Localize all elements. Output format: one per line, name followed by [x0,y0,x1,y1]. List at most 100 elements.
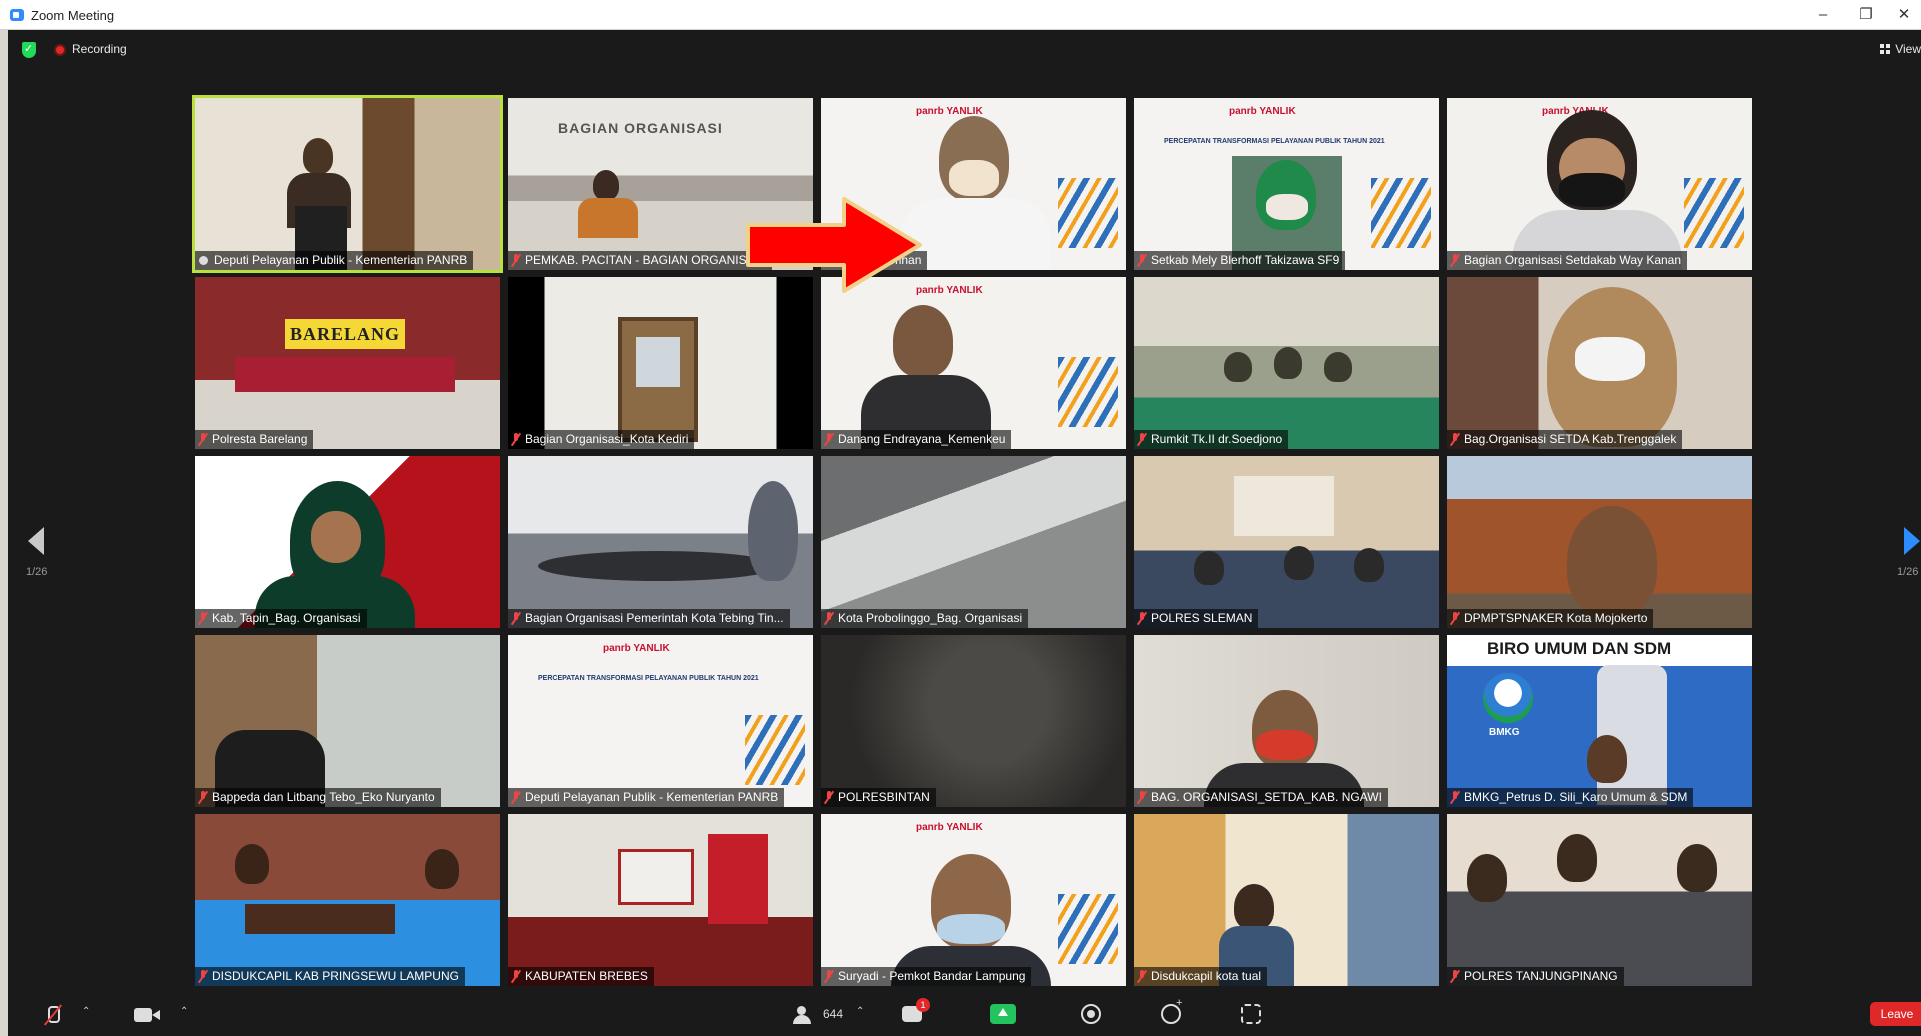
participant-name: Disdukcapil kota tual [1134,967,1268,986]
participant-name: KABUPATEN BREBES [508,967,654,986]
video-tile[interactable]: panrb YANLIK Bagian Organisasi Setdakab … [1447,98,1752,270]
video-tile[interactable]: Bappeda dan Litbang Tebo_Eko Nuryanto [195,635,500,807]
participant-name: Deputi Pelayanan Publik - Kementerian PA… [508,788,785,807]
participant-name: BMKG_Petrus D. Sili_Karo Umum & SDM [1447,788,1694,807]
bmkg-logo [1483,673,1533,723]
mic-muted-icon [512,433,520,445]
participant-name: PEMKAB. PACITAN - BAGIAN ORGANISASI [508,251,772,270]
participant-name: Deputi Pelayanan Publik - Kementerian PA… [195,251,474,270]
video-tile[interactable]: panrb YANLIK PERCEPATAN TRANSFORMASI PEL… [1134,98,1439,270]
minimize-button[interactable]: – [1803,4,1843,26]
meeting-window: Recording View 1/26 1/26 Deputi Pelayana… [8,30,1921,1036]
mic-muted-icon [825,433,833,445]
bmkg-logo-text: BMKG [1489,727,1520,738]
restore-button[interactable]: ❐ [1846,4,1886,26]
encryption-shield-icon[interactable] [22,42,36,58]
slide-logo: panrb YANLIK [916,822,983,833]
participant-name: Bappeda dan Litbang Tebo_Eko Nuryanto [195,788,441,807]
participant-name: Bagian Organisasi_Kota Kediri [508,430,695,449]
participant-name: Setkab Mely Blerhoff Takizawa SF9 [1134,251,1346,270]
video-tile[interactable]: Bag.Organisasi SETDA Kab.Trenggalek [1447,277,1752,449]
video-tile[interactable]: Kota Probolinggo_Bag. Organisasi [821,456,1126,628]
video-tile[interactable]: POLRES SLEMAN [1134,456,1439,628]
participants-count: 644 [823,1007,844,1021]
mic-muted-icon [1138,612,1146,624]
participant-name: Bagian Organisasi Pemerintah Kota Tebing… [508,609,790,628]
page-indicator-right: 1/26 [1897,566,1919,578]
biro-banner: BIRO UMUM DAN SDM [1487,639,1672,658]
previous-page-arrow-icon[interactable] [28,527,44,555]
video-tile[interactable]: Bagian Organisasi Pemerintah Kota Tebing… [508,456,813,628]
slide-logo: panrb YANLIK [603,643,670,654]
recording-label: Recording [72,42,127,56]
participants-icon[interactable] [793,1006,817,1024]
participant-name: Polresta Barelang [195,430,314,449]
grid-view-icon [1880,44,1891,54]
slide-heading: PERCEPATAN TRANSFORMASI PELAYANAN PUBLIK… [1164,138,1385,145]
close-button[interactable]: ✕ [1884,4,1921,26]
participant-name: POLRES SLEMAN [1134,609,1259,628]
mic-muted-icon [1451,433,1459,445]
recording-icon [54,44,66,56]
video-tile[interactable]: Bagian Organisasi_Kota Kediri [508,277,813,449]
slide-decoration [1684,178,1744,248]
mic-muted-icon [199,791,207,803]
mic-muted-icon [512,970,520,982]
video-tile[interactable]: KABUPATEN BREBES [508,814,813,986]
video-tile[interactable]: Disdukcapil kota tual [1134,814,1439,986]
participant-name: BAG. ORGANISASI_SETDA_KAB. NGAWI [1134,788,1388,807]
participant-name: POLRESBINTAN [821,788,936,807]
video-tile[interactable]: BARELANG Polresta Barelang [195,277,500,449]
slide-decoration [745,715,805,785]
video-tile[interactable]: DISDUKCAPIL KAB PRINGSEWU LAMPUNG [195,814,500,986]
mic-muted-icon [512,612,520,624]
participant-name: Danang Endrayana_Kemenkeu [821,430,1012,449]
red-arrow-annotation [746,197,922,293]
meeting-toolbar: ⌃ ⌃ 644 ⌃ 1 Leave [8,996,1921,1036]
participant-name: POLRES TANJUNGPINANG [1447,967,1624,986]
video-tile[interactable]: POLRES TANJUNGPINANG [1447,814,1752,986]
mic-muted-icon [512,254,520,266]
slide-decoration [1058,894,1118,964]
participant-name: DISDUKCAPIL KAB PRINGSEWU LAMPUNG [195,967,465,986]
leave-button[interactable]: Leave [1870,1002,1921,1026]
mic-muted-icon [1138,970,1146,982]
video-tile[interactable]: panrb YANLIK Suryadi - Pemkot Bandar Lam… [821,814,1126,986]
share-screen-icon[interactable] [990,1004,1016,1024]
reactions-icon[interactable] [1161,997,1182,1024]
mic-muted-icon [1138,433,1146,445]
mic-muted-icon [1138,791,1146,803]
mic-muted-icon [1451,254,1459,266]
mic-muted-icon [825,612,833,624]
view-label: View [1895,42,1921,56]
video-tile[interactable]: Deputi Pelayanan Publik - Kementerian PA… [195,98,500,270]
mic-muted-icon [199,970,207,982]
video-tile[interactable]: panrb YANLIK Danang Endrayana_Kemenkeu [821,277,1126,449]
mute-microphone-icon[interactable] [40,1004,66,1026]
mic-muted-icon [825,970,833,982]
apps-icon[interactable] [1241,1004,1261,1024]
next-page-arrow-icon[interactable] [1904,527,1920,555]
slide-logo: panrb YANLIK [1229,106,1296,117]
video-tile[interactable]: panrb YANLIK PERCEPATAN TRANSFORMASI PEL… [508,635,813,807]
mic-muted-icon [199,612,207,624]
video-tile[interactable]: POLRESBINTAN [821,635,1126,807]
slide-decoration [1058,178,1118,248]
record-icon[interactable] [1081,1004,1101,1024]
participant-name: DPMPTSPNAKER Kota Mojokerto [1447,609,1654,628]
audio-options-caret-icon[interactable]: ⌃ [82,1006,90,1017]
video-tile[interactable]: Rumkit Tk.II dr.Soedjono [1134,277,1439,449]
view-button[interactable]: View [1880,42,1921,56]
camera-icon[interactable] [134,1004,162,1026]
participants-caret-icon[interactable]: ⌃ [856,1006,864,1017]
video-tile[interactable]: BIRO UMUM DAN SDM BMKG BMKG_Petrus D. Si… [1447,635,1752,807]
participant-name: Kab. Tapin_Bag. Organisasi [195,609,367,628]
video-options-caret-icon[interactable]: ⌃ [180,1006,188,1017]
video-tile[interactable]: DPMPTSPNAKER Kota Mojokerto [1447,456,1752,628]
video-tile[interactable]: Kab. Tapin_Bag. Organisasi [195,456,500,628]
video-tile[interactable]: BAG. ORGANISASI_SETDA_KAB. NGAWI [1134,635,1439,807]
title-bar: Zoom Meeting – ❐ ✕ [0,0,1921,30]
mic-muted-icon [512,791,520,803]
barelang-sign: BARELANG [285,319,405,349]
mic-muted-icon [825,791,833,803]
